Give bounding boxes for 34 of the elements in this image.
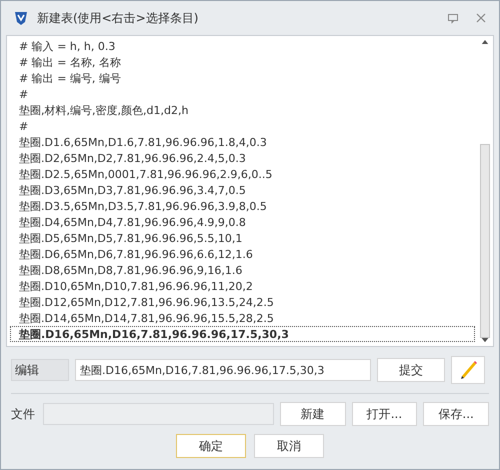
file-button[interactable]: 新建 bbox=[280, 402, 346, 426]
list-line[interactable]: # 输出 = 名称, 名称 bbox=[10, 54, 475, 70]
list-line[interactable]: 垫圈.D2.5,65Mn,0001,7.81,96.96.96,2.9,6,0..5 bbox=[10, 166, 475, 182]
list-line[interactable]: 垫圈.D2,65Mn,D2,7.81,96.96.96,2.4,5,0.3 bbox=[10, 150, 475, 166]
edit-field[interactable]: 垫圈.D16,65Mn,D16,7.81,96.96.96,17.5,30,3 bbox=[75, 359, 371, 381]
list-line[interactable]: 垫圈.D1.6,65Mn,D1.6,7.81,96.96.96,1.8,4,0.3 bbox=[10, 134, 475, 150]
file-button[interactable]: 打开... bbox=[352, 402, 418, 426]
list-line[interactable]: 垫圈.D10,65Mn,D10,7.81,96.96.96,11,20,2 bbox=[10, 278, 475, 294]
list-line[interactable]: 垫圈.D3.5,65Mn,D3.5,7.81,96.96.96,3.9,8,0.5 bbox=[10, 198, 475, 214]
submit-button[interactable]: 提交 bbox=[377, 358, 445, 382]
file-label: 文件 bbox=[11, 406, 36, 423]
dialog-button[interactable]: 确定 bbox=[176, 434, 246, 458]
app-logo-icon bbox=[13, 10, 29, 26]
list-line[interactable]: 垫圈,材料,编号,密度,颜色,d1,d2,h bbox=[10, 102, 475, 118]
scroll-thumb[interactable] bbox=[480, 144, 490, 338]
list-line[interactable]: 垫圈.D5,65Mn,D5,7.81,96.96.96,5.5,10,1 bbox=[10, 230, 475, 246]
list-line[interactable]: 垫圈.D4,65Mn,D4,7.81,96.96.96,4.9,9,0.8 bbox=[10, 214, 475, 230]
list-line[interactable]: 垫圈.D14,65Mn,D14,7.81,96.96.96,15.5,28,2.5 bbox=[10, 310, 475, 326]
list-line[interactable]: # 输出 = 编号, 编号 bbox=[10, 70, 475, 86]
file-field[interactable] bbox=[42, 403, 274, 425]
file-button[interactable]: 保存... bbox=[423, 402, 490, 426]
window-title: 新建表(使用<右击>选择条目) bbox=[37, 10, 198, 27]
list-line[interactable]: # bbox=[10, 118, 475, 134]
list-line[interactable]: # bbox=[10, 86, 475, 102]
list-line[interactable]: # 输入 = h, h, 0.3 bbox=[10, 38, 475, 54]
list-line[interactable]: 垫圈.D8,65Mn,D8,7.81,96.96.96,9,16,1.6 bbox=[10, 262, 475, 278]
dialog-button[interactable]: 取消 bbox=[254, 434, 324, 458]
list-line[interactable]: 垫圈.D6,65Mn,D6,7.81,96.96.96,6.6,12,1.6 bbox=[10, 246, 475, 262]
close-icon[interactable] bbox=[475, 12, 487, 24]
list-line[interactable]: 垫圈.D12,65Mn,D12,7.81,96.96.96,13.5,24,2.5 bbox=[10, 294, 475, 310]
edit-label: 编辑 bbox=[11, 359, 69, 381]
list-line[interactable]: 垫圈.D3,65Mn,D3,7.81,96.96.96,3.4,7,0.5 bbox=[10, 182, 475, 198]
edit-button[interactable] bbox=[451, 356, 485, 384]
scroll-up-icon[interactable] bbox=[481, 40, 489, 44]
